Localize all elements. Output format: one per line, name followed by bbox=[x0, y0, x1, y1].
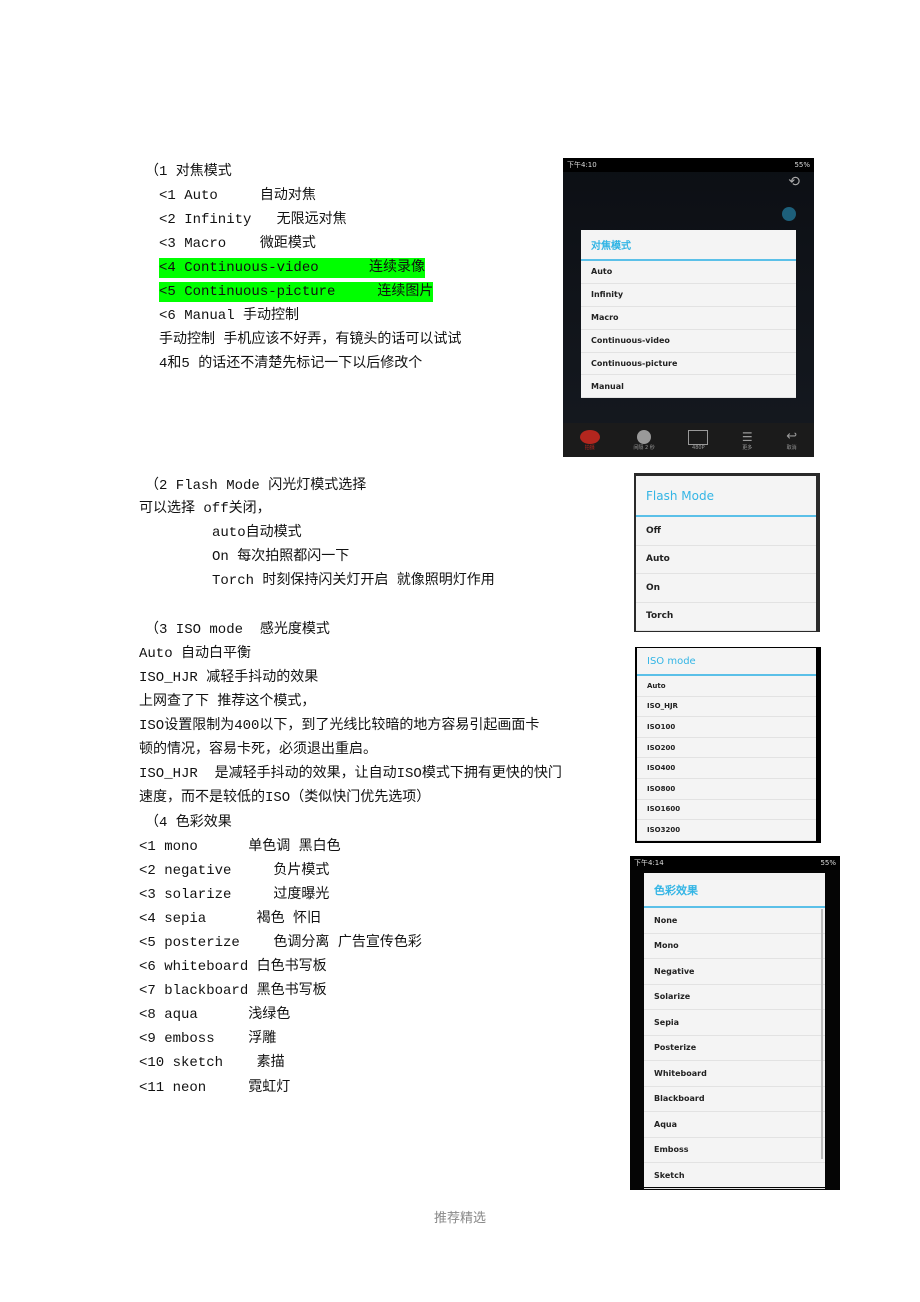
menu-option[interactable]: Emboss bbox=[644, 1138, 825, 1163]
sliders-icon: ☰ bbox=[741, 429, 753, 444]
menu-option[interactable]: Whiteboard bbox=[644, 1061, 825, 1087]
menu-option[interactable]: Manual bbox=[581, 375, 796, 399]
iso-line: Auto 自动白平衡 bbox=[139, 646, 252, 662]
color-line: <5 posterize 色调分离 广告宣传色彩 bbox=[139, 935, 422, 951]
color-line: <4 sepia 褐色 怀旧 bbox=[139, 911, 322, 927]
focus-mode-dialog: 对焦模式 Auto Infinity Macro Continuous-video Co… bbox=[581, 230, 796, 399]
status-bar: 下午4:10 55% bbox=[563, 158, 814, 172]
menu-option[interactable]: ISO200 bbox=[637, 738, 816, 759]
flash-mode-dialog: Flash Mode Off Auto On Torch bbox=[636, 476, 816, 631]
menu-option[interactable]: Continuous-video bbox=[581, 330, 796, 353]
menu-option[interactable]: ISO1600 bbox=[637, 800, 816, 821]
menu-option[interactable]: Negative bbox=[644, 959, 825, 985]
focus-note: 手动控制 手机应该不好弄，有镜头的话可以试试 bbox=[159, 332, 462, 348]
status-time: 下午4:10 bbox=[567, 161, 597, 169]
menu-option[interactable]: Infinity bbox=[581, 284, 796, 307]
menu-option[interactable]: Aqua bbox=[644, 1112, 825, 1138]
dialog-title: Flash Mode bbox=[636, 476, 816, 517]
color-line: <8 aqua 浅绿色 bbox=[139, 1007, 291, 1023]
flash-line: Torch 时刻保持闪关灯开启 就像照明灯作用 bbox=[212, 573, 495, 589]
menu-option[interactable]: Continuous-picture bbox=[581, 353, 796, 376]
menu-option[interactable]: ISO400 bbox=[637, 758, 816, 779]
flash-mode-screenshot: Flash Mode Off Auto On Torch bbox=[634, 473, 820, 632]
iso-mode-screenshot: ISO mode Auto ISO_HJR ISO100 ISO200 ISO400 IS… bbox=[635, 647, 821, 843]
color-line: <2 negative 负片模式 bbox=[139, 863, 330, 879]
menu-option[interactable]: Auto bbox=[636, 546, 816, 574]
shoot-button[interactable]: 拍摄 bbox=[579, 429, 600, 451]
battery-level: 55% bbox=[794, 161, 810, 169]
menu-option[interactable]: ISO800 bbox=[637, 779, 816, 800]
flash-line: 可以选择 off关闭， bbox=[139, 501, 271, 517]
menu-option[interactable]: ISO_HJR bbox=[637, 697, 816, 718]
dialog-title: ISO mode bbox=[637, 648, 816, 676]
color-line: <9 emboss 浮雕 bbox=[139, 1031, 277, 1047]
color-line: <10 sketch 素描 bbox=[139, 1055, 285, 1071]
focus-note: 4和5 的话还不清楚先标记一下以后修改个 bbox=[159, 356, 423, 372]
page-footer: 推荐精选 bbox=[433, 1211, 486, 1226]
section2-heading: （2 Flash Mode 闪光灯模式选择 bbox=[145, 478, 367, 494]
menu-option[interactable]: None bbox=[644, 908, 825, 934]
color-line: <11 neon 霓虹灯 bbox=[139, 1080, 291, 1096]
menu-option[interactable]: Blackboard bbox=[644, 1087, 825, 1112]
color-line: <3 solarize 过度曝光 bbox=[139, 887, 330, 903]
color-effect-screenshot: 下午4:14 55% 色彩效果 None Mono Negative Solarize S… bbox=[630, 856, 840, 1190]
iso-line: ISO_HJR 减轻手抖动的效果 bbox=[139, 670, 319, 686]
menu-option[interactable]: Auto bbox=[581, 261, 796, 284]
dialog-title: 色彩效果 bbox=[644, 873, 825, 908]
section4-heading: （4 色彩效果 bbox=[145, 815, 232, 831]
iso-line: 顿的情况，容易卡死，必须退出重启。 bbox=[139, 742, 377, 758]
flash-line: On 每次拍照都闪一下 bbox=[212, 549, 350, 565]
menu-option[interactable]: Macro bbox=[581, 307, 796, 330]
menu-option[interactable]: Sepia bbox=[644, 1010, 825, 1036]
color-line: <6 whiteboard 白色书写板 bbox=[139, 959, 327, 975]
color-line: <7 blackboard 黑色书写板 bbox=[139, 983, 327, 999]
battery-level: 55% bbox=[820, 859, 836, 867]
menu-option[interactable]: Off bbox=[636, 517, 816, 546]
focus-line: <1 Auto 自动对焦 bbox=[159, 188, 316, 204]
more-button[interactable]: ☰ 更多 bbox=[742, 430, 753, 451]
section1-heading: （1 对焦模式 bbox=[145, 164, 232, 180]
menu-option[interactable]: Torch bbox=[636, 603, 816, 631]
menu-option[interactable]: Mono bbox=[644, 934, 825, 959]
iso-line: 速度，而不是较低的ISO（类似快门优先选项） bbox=[139, 790, 431, 806]
shutter-dot-icon bbox=[782, 207, 796, 221]
status-bar: 下午4:14 55% bbox=[630, 856, 840, 870]
focus-line: <3 Macro 微距模式 bbox=[159, 236, 316, 252]
menu-option[interactable]: On bbox=[636, 574, 816, 603]
image-icon bbox=[688, 429, 709, 445]
back-arrow-icon: ↩ bbox=[786, 428, 798, 444]
menu-option[interactable]: ISO3200 bbox=[637, 820, 816, 841]
menu-option[interactable]: ISO100 bbox=[637, 717, 816, 738]
menu-option[interactable]: Solarize bbox=[644, 985, 825, 1010]
cancel-button[interactable]: ↩ 取消 bbox=[786, 428, 798, 451]
dialog-title: 对焦模式 bbox=[581, 230, 796, 261]
iso-line: 上网查了下 推荐这个模式， bbox=[139, 694, 316, 710]
record-icon bbox=[579, 429, 600, 444]
color-line: <1 mono 单色调 黑白色 bbox=[139, 839, 341, 855]
focus-line: <2 Infinity 无限远对焦 bbox=[159, 212, 347, 228]
camera-switch-icon: ⟲ bbox=[788, 174, 800, 190]
status-time: 下午4:14 bbox=[634, 859, 664, 867]
scrollbar[interactable] bbox=[821, 909, 823, 1159]
focus-mode-screenshot: 下午4:10 55% ⟲ 对焦模式 Auto Infinity Macro Contin… bbox=[563, 158, 814, 457]
color-effect-dialog: 色彩效果 None Mono Negative Solarize Sepia Poster… bbox=[644, 873, 825, 1189]
menu-option[interactable]: Sketch bbox=[644, 1163, 825, 1189]
iso-line: ISO设置限制为400以下，到了光线比较暗的地方容易引起画面卡 bbox=[139, 718, 540, 734]
timer-icon bbox=[637, 429, 652, 444]
focus-line-highlighted: <5 Continuous-picture 连续图片 bbox=[159, 282, 434, 302]
focus-line: <6 Manual 手动控制 bbox=[159, 308, 300, 324]
section3-heading: （3 ISO mode 感光度模式 bbox=[145, 622, 330, 638]
iso-line: ISO_HJR 是减轻手抖动的效果，让自动ISO模式下拥有更快的快门 bbox=[139, 766, 562, 782]
interval-button[interactable]: 间隔 2 秒 bbox=[633, 429, 655, 451]
camera-bottom-bar: 拍摄 间隔 2 秒 480P ☰ 更多 ↩ 取消 bbox=[563, 423, 814, 457]
focus-line-highlighted: <4 Continuous-video 连续录像 bbox=[159, 258, 426, 278]
menu-option[interactable]: Auto bbox=[637, 676, 816, 697]
iso-mode-dialog: ISO mode Auto ISO_HJR ISO100 ISO200 ISO400 IS… bbox=[637, 648, 816, 841]
resolution-button[interactable]: 480P bbox=[688, 429, 709, 451]
menu-option[interactable]: Posterize bbox=[644, 1036, 825, 1061]
flash-line: auto自动模式 bbox=[212, 525, 302, 541]
